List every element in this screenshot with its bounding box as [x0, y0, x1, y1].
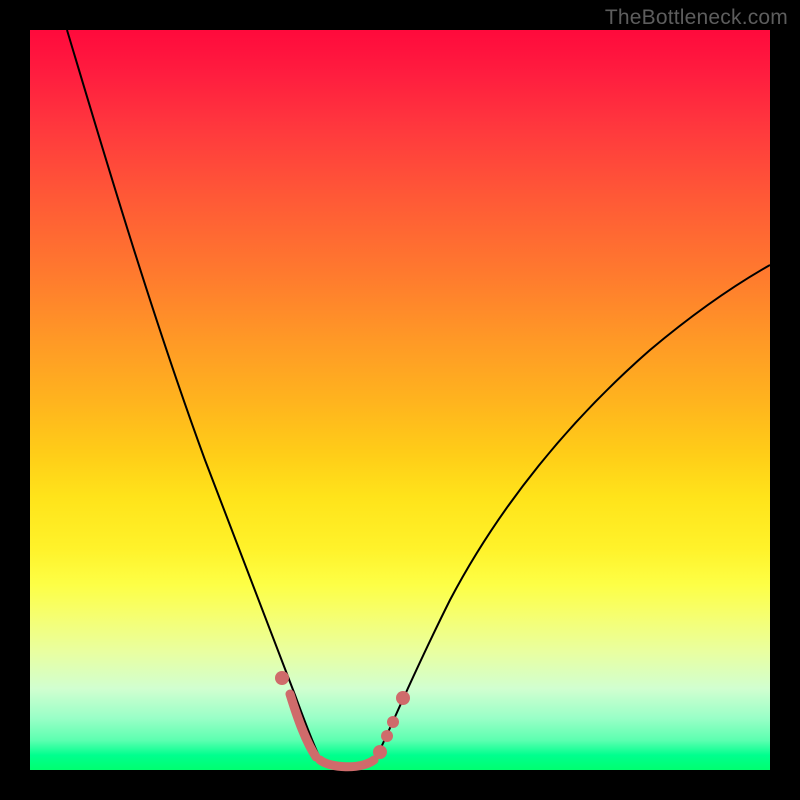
marker-dot	[387, 716, 399, 728]
v-curve	[30, 30, 770, 770]
marker-stroke	[290, 694, 316, 757]
marker-dot	[396, 691, 410, 705]
marker-dot	[275, 671, 289, 685]
marker-stroke	[320, 760, 374, 767]
marker-dot	[373, 745, 387, 759]
watermark: TheBottleneck.com	[605, 6, 788, 30]
curve-left-branch	[67, 30, 320, 758]
marker-dot	[381, 730, 393, 742]
curve-right-branch	[376, 265, 770, 758]
valley-markers	[275, 671, 410, 767]
chart-frame: TheBottleneck.com	[0, 0, 800, 800]
